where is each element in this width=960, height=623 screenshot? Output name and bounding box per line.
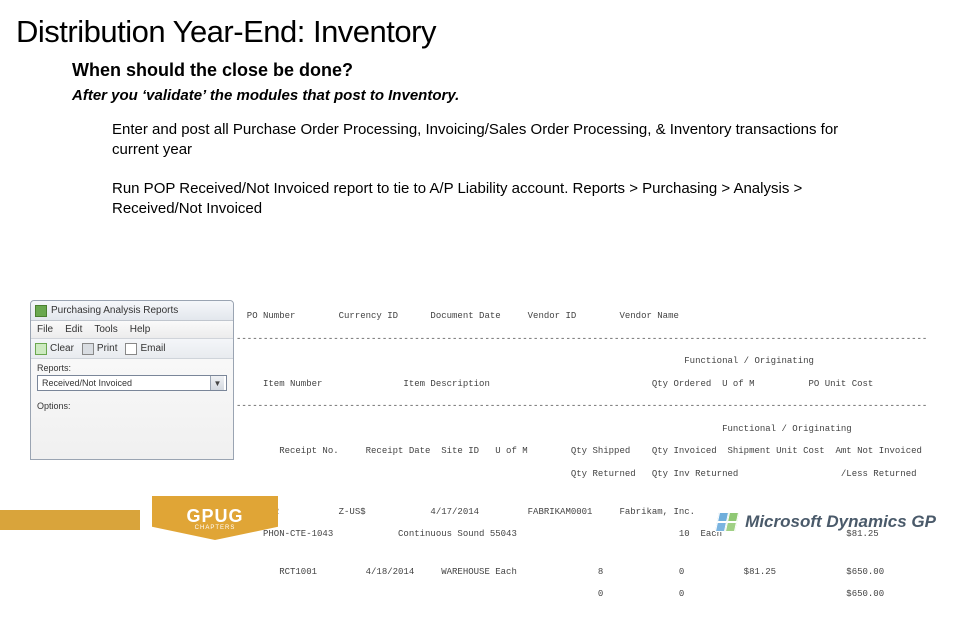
section-subheading: After you ‘validate’ the modules that po…	[0, 85, 960, 116]
slide-title: Distribution Year-End: Inventory	[0, 0, 960, 56]
slide-footer: GPUG CHAPTERS Microsoft Dynamics GP	[0, 484, 960, 540]
printer-icon	[82, 343, 94, 355]
app-icon	[35, 305, 47, 317]
menubar: File Edit Tools Help	[31, 321, 233, 339]
gpug-logo: GPUG CHAPTERS	[152, 496, 278, 540]
toolbar: Clear Print Email	[31, 339, 233, 359]
menu-tools[interactable]: Tools	[94, 324, 117, 335]
email-button[interactable]: Email	[125, 343, 165, 355]
reports-window: Purchasing Analysis Reports File Edit To…	[30, 300, 234, 460]
email-icon	[125, 343, 137, 355]
report-header-6: Qty Returned Qty Inv Returned /Less Retu…	[236, 469, 936, 480]
reports-dropdown[interactable]: Received/Not Invoiced ▼	[37, 375, 227, 391]
bullet-2: Run POP Received/Not Invoiced report to …	[0, 175, 960, 234]
report-header-2: Functional / Originating	[236, 356, 936, 367]
gpug-text: GPUG	[186, 506, 243, 527]
report-divider: ----------------------------------------…	[236, 334, 936, 345]
bullet-1: Enter and post all Purchase Order Proces…	[0, 116, 960, 175]
menu-file[interactable]: File	[37, 324, 53, 335]
clear-label: Clear	[50, 343, 74, 354]
clear-icon	[35, 343, 47, 355]
report-header-3: Item Number Item Description Qty Ordered…	[236, 379, 936, 390]
chevron-down-icon: ▼	[210, 376, 224, 390]
print-button[interactable]: Print	[82, 343, 118, 355]
reports-label: Reports:	[37, 363, 77, 373]
report-row: RCT1001 4/18/2014 WAREHOUSE Each 8 0 $81…	[236, 567, 936, 578]
section-heading: When should the close be done?	[0, 56, 960, 85]
accent-bar	[0, 510, 140, 530]
print-label: Print	[97, 343, 118, 354]
report-output: PO Number Currency ID Document Date Vend…	[236, 300, 936, 623]
menu-help[interactable]: Help	[130, 324, 151, 335]
clear-button[interactable]: Clear	[35, 343, 74, 355]
report-header-1: PO Number Currency ID Document Date Vend…	[236, 311, 936, 322]
ms-dynamics-text: Microsoft Dynamics GP	[745, 512, 936, 532]
microsoft-dynamics-logo: Microsoft Dynamics GP	[717, 512, 936, 532]
report-row: 0 0 $650.00	[236, 589, 936, 600]
report-header-5: Receipt No. Receipt Date Site ID U of M …	[236, 446, 936, 457]
report-divider: ----------------------------------------…	[236, 401, 936, 412]
options-label: Options:	[37, 401, 77, 411]
reports-value: Received/Not Invoiced	[42, 378, 132, 388]
menu-edit[interactable]: Edit	[65, 324, 82, 335]
windows-flag-icon	[715, 512, 739, 532]
email-label: Email	[140, 343, 165, 354]
gpug-subtext: CHAPTERS	[195, 525, 236, 531]
window-title: Purchasing Analysis Reports	[51, 305, 178, 316]
report-header-4: Functional / Originating	[236, 424, 936, 435]
window-titlebar: Purchasing Analysis Reports	[31, 301, 233, 321]
embedded-screenshot: Purchasing Analysis Reports File Edit To…	[30, 300, 935, 470]
